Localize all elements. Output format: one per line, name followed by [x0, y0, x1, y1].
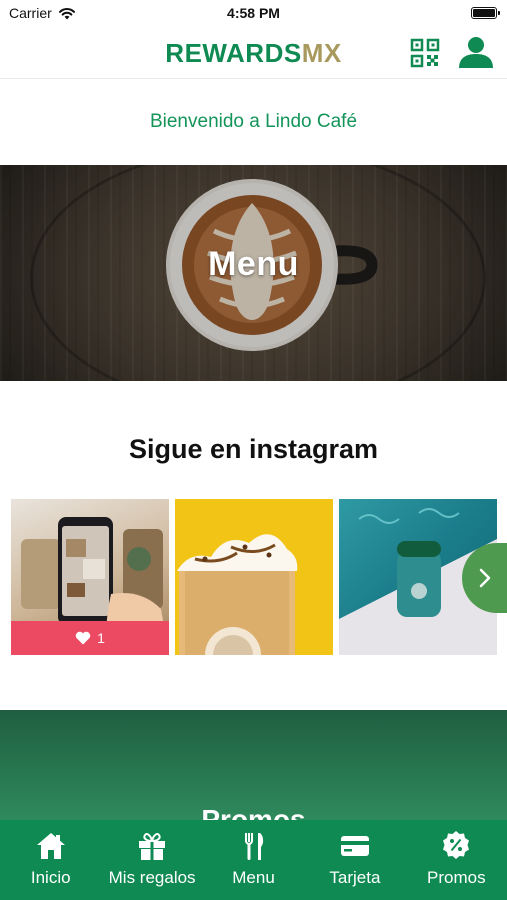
- brand-part1: REWARDS: [165, 38, 302, 68]
- app-header: REWARDSMX: [0, 26, 507, 79]
- card-icon: [340, 836, 369, 856]
- chevron-right-icon: [479, 568, 491, 588]
- promos-section: Promos: [0, 710, 507, 820]
- user-icon: [459, 37, 493, 68]
- tab-tarjeta[interactable]: Tarjeta: [304, 820, 405, 900]
- tab-label: Inicio: [30, 868, 71, 887]
- percent-icon: [443, 831, 470, 859]
- home-icon: [36, 833, 65, 859]
- status-bar: Carrier 4:58 PM: [0, 0, 507, 26]
- instagram-title: Sigue en instagram: [128, 434, 379, 464]
- promos-title: Promos: [201, 804, 306, 820]
- tab-label: Tarjeta: [329, 868, 381, 887]
- tab-mis-regalos[interactable]: Mis regalos: [101, 820, 202, 900]
- like-count: 1: [97, 630, 105, 646]
- profile-button[interactable]: [457, 35, 495, 69]
- tab-inicio[interactable]: Inicio: [0, 820, 101, 900]
- post-image-frappuccino: [177, 534, 298, 655]
- gift-icon: [139, 832, 166, 860]
- tab-menu[interactable]: Menu: [203, 820, 304, 900]
- tab-promos[interactable]: Promos: [406, 820, 507, 900]
- menu-banner-label: Menu: [208, 245, 299, 283]
- tab-label: Menu: [232, 868, 275, 887]
- tab-label: Mis regalos: [108, 868, 196, 887]
- instagram-carousel[interactable]: 1: [0, 499, 507, 655]
- qr-code-button[interactable]: [410, 38, 440, 68]
- menu-banner[interactable]: Menu: [0, 165, 507, 381]
- tab-bar: Inicio Mis regalos Menu Tarjeta Promos: [0, 820, 507, 900]
- tab-label: Promos: [427, 868, 486, 887]
- brand-part2: MX: [301, 38, 342, 68]
- like-bar[interactable]: 1: [11, 621, 169, 655]
- qr-code-icon: [410, 38, 440, 68]
- battery-icon: [471, 7, 500, 19]
- instagram-post[interactable]: [175, 499, 333, 655]
- status-time: 4:58 PM: [227, 5, 280, 21]
- welcome-message: Bienvenido a Lindo Café: [149, 111, 358, 132]
- fork-knife-icon: [244, 833, 263, 860]
- heart-icon: [75, 631, 91, 645]
- instagram-post[interactable]: 1: [11, 499, 169, 655]
